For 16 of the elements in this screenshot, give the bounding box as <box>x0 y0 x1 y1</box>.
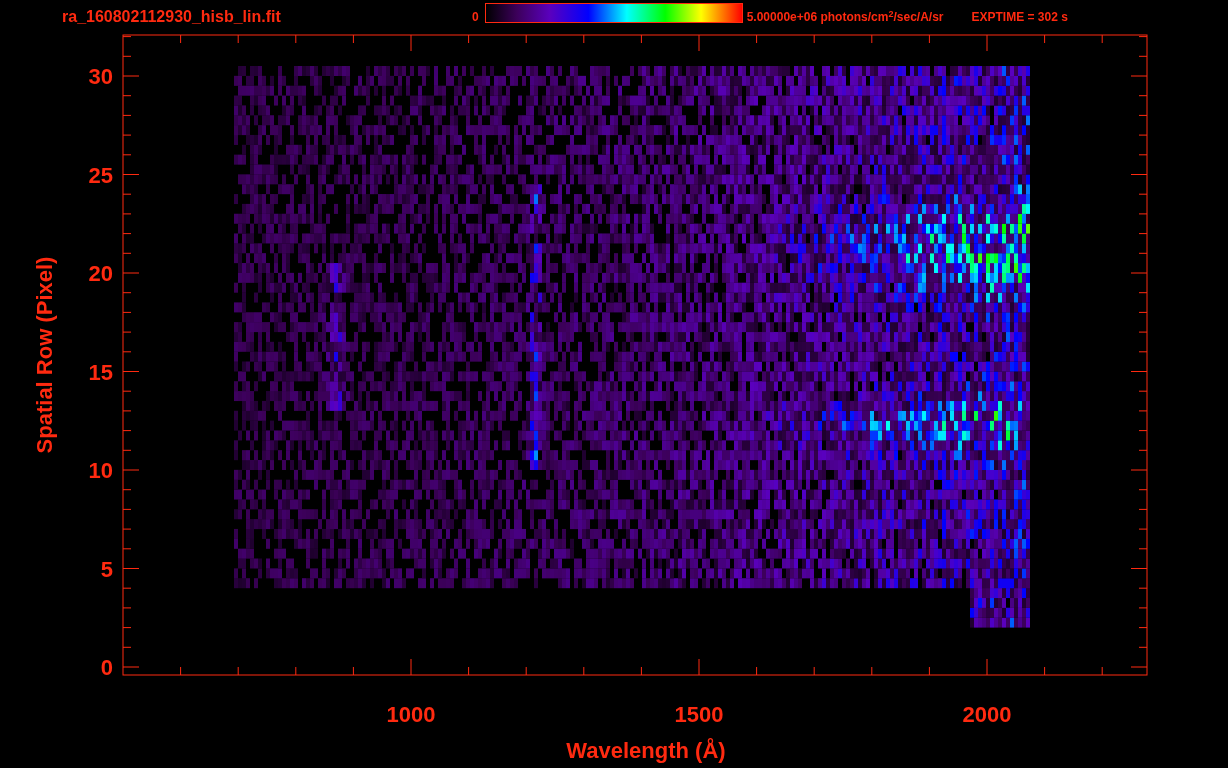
y-axis-title: Spatial Row (Pixel) <box>32 256 57 454</box>
x-tick-label: 1500 <box>674 702 724 727</box>
exptime-label: EXPTIME = 302 s <box>971 9 1068 26</box>
file-title: ra_160802112930_hisb_lin.fit <box>62 7 282 27</box>
y-tick-label: 15 <box>88 359 113 385</box>
x-tick-label: 2000 <box>962 702 1012 727</box>
y-tick-label: 20 <box>88 261 113 286</box>
y-tick-label: 10 <box>88 458 113 483</box>
y-tick-label: 25 <box>88 162 113 188</box>
colorbar-max-label: 5.00000e+06 photons/cm$^{2}$/sec/A/sr <box>746 8 944 26</box>
y-tick-label: 0 <box>100 655 113 680</box>
y-tick-label: 30 <box>88 64 113 89</box>
y-tick-label: 5 <box>100 556 113 582</box>
x-tick-label: 1000 <box>386 702 436 727</box>
x-axis-title: Wavelength (Å) <box>566 738 726 763</box>
colorbar-min-label: 0 <box>472 9 479 26</box>
